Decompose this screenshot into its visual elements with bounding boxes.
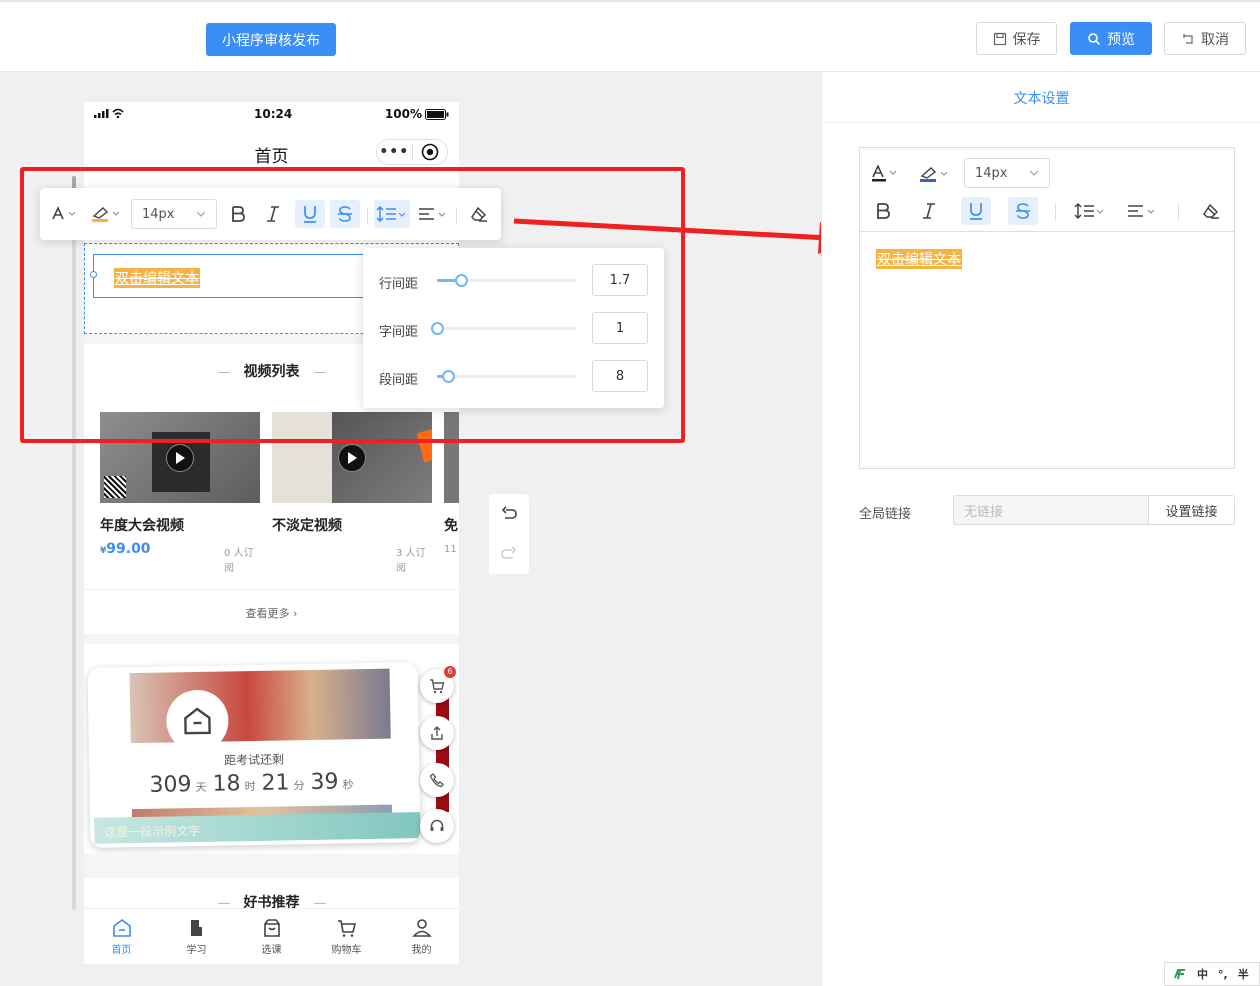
tab-bar: 首页 学习 选课 购物车 我的: [84, 908, 459, 964]
ime-status-bar[interactable]: 中 °, 半: [1164, 962, 1260, 986]
font-color-icon: [872, 165, 897, 182]
status-bar: 10:24 100%: [84, 102, 459, 128]
settings-panel: 文本设置 14px 双击编辑文本 全局链接 无链接 设置链接: [821, 72, 1260, 986]
battery-percent: 100%: [384, 107, 422, 121]
cancel-button[interactable]: 取消: [1164, 22, 1246, 55]
phone-icon: [429, 773, 444, 788]
more-icon[interactable]: •••: [377, 144, 412, 160]
strikethrough-icon: [1016, 203, 1030, 219]
save-icon: [993, 32, 1006, 45]
cart-icon: [337, 919, 356, 937]
clear-format-button[interactable]: [1197, 197, 1225, 225]
global-link-label: 全局链接: [859, 507, 912, 522]
play-icon[interactable]: [166, 444, 194, 472]
status-time: 10:24: [254, 107, 293, 121]
mini-program-capsule[interactable]: •••: [376, 139, 448, 165]
line-spacing-button[interactable]: [1072, 197, 1108, 225]
close-target-icon[interactable]: [412, 143, 447, 161]
cancel-label: 取消: [1201, 31, 1229, 48]
video-title: 年度大会视频: [100, 518, 184, 534]
chevron-down-icon: [1029, 170, 1039, 176]
share-icon: [431, 726, 443, 740]
countdown-card[interactable]: 距考试还剩 309 天 18 时 21 分 39 秒 这是一段示例文字: [87, 662, 421, 848]
font-color-button[interactable]: [870, 160, 902, 188]
highlight-icon: [920, 167, 948, 182]
editor-toolbar: 14px: [860, 148, 1234, 232]
subscriber-count: 3 人订阅: [396, 548, 426, 574]
highlight-button[interactable]: [916, 160, 952, 188]
editor-content[interactable]: 双击编辑文本: [876, 249, 962, 269]
countdown-timer: 309 天 18 时 21 分 39 秒: [149, 769, 354, 798]
annotation-highlight-box: [20, 167, 685, 443]
rich-text-editor: 14px 双击编辑文本: [859, 147, 1235, 469]
underline-icon: [970, 203, 982, 220]
bold-button[interactable]: [871, 197, 895, 225]
link-input[interactable]: 无链接: [953, 495, 1149, 525]
cart-icon: [430, 679, 445, 694]
italic-button[interactable]: [917, 197, 941, 225]
italic-icon: [923, 203, 935, 219]
bag-icon: [263, 918, 280, 937]
service-float-button[interactable]: [420, 809, 454, 843]
tab-mine[interactable]: 我的: [384, 909, 459, 964]
return-icon: [1183, 33, 1193, 44]
align-left-icon: [1128, 205, 1155, 217]
redo-button[interactable]: [489, 534, 529, 574]
home-icon: [112, 918, 131, 937]
video-title: 免: [444, 518, 458, 534]
user-icon: [411, 918, 432, 937]
video-title: 不淡定视频: [272, 518, 342, 534]
line-spacing-icon: [1074, 203, 1104, 219]
battery-icon: [425, 108, 449, 120]
countdown-label: 距考试还剩: [223, 752, 285, 768]
tab-study[interactable]: 学习: [159, 909, 234, 964]
align-button[interactable]: [1126, 197, 1160, 225]
publish-button[interactable]: 小程序审核发布: [206, 23, 336, 56]
video-price: 99.00: [106, 541, 151, 557]
redo-icon: [501, 546, 517, 559]
headset-icon: [430, 819, 444, 831]
subscriber-count: 11: [444, 544, 457, 555]
promo-caption: 这是一段示例文字: [104, 823, 201, 840]
tab-home[interactable]: 首页: [84, 909, 159, 964]
ime-punctuation[interactable]: °,: [1218, 968, 1228, 981]
panel-title[interactable]: 文本设置: [822, 88, 1260, 108]
tab-courses[interactable]: 选课: [234, 909, 309, 964]
cart-float-button[interactable]: 6: [420, 666, 456, 703]
save-button[interactable]: 保存: [976, 22, 1057, 55]
font-size-select[interactable]: 14px: [964, 158, 1050, 188]
history-controls: [489, 494, 529, 574]
undo-button[interactable]: [489, 494, 529, 534]
annotation-arrow: [513, 218, 856, 254]
search-icon: [1088, 32, 1101, 45]
subscriber-count: 0 人订阅: [224, 548, 254, 574]
font-size-value: 14px: [975, 165, 1008, 181]
bold-icon: [877, 203, 890, 219]
ime-width[interactable]: 半: [1238, 966, 1249, 982]
strikethrough-button[interactable]: [1008, 197, 1038, 225]
eraser-icon: [1203, 203, 1219, 219]
phone-float-button[interactable]: [420, 763, 454, 797]
battery-status: 100%: [385, 107, 449, 121]
underline-button[interactable]: [961, 197, 991, 225]
ime-logo-icon: [1174, 969, 1185, 980]
home-icon: [165, 689, 229, 753]
share-float-button[interactable]: [420, 716, 454, 750]
preview-button[interactable]: 预览: [1070, 22, 1152, 55]
undo-icon: [501, 506, 517, 519]
tab-cart[interactable]: 购物车: [309, 909, 384, 964]
set-link-button[interactable]: 设置链接: [1148, 495, 1235, 525]
save-label: 保存: [1012, 31, 1041, 48]
cart-badge: 6: [444, 666, 456, 678]
signal-icon: [94, 108, 124, 118]
preview-label: 预览: [1107, 31, 1135, 48]
view-more-link[interactable]: 查看更多 ›: [84, 605, 459, 621]
ime-language[interactable]: 中: [1197, 966, 1208, 982]
top-bar: 小程序审核发布 保存 预览 取消: [0, 0, 1260, 72]
view-more-label: 查看更多: [245, 607, 290, 620]
book-icon: [190, 919, 202, 936]
play-icon[interactable]: [338, 444, 366, 472]
